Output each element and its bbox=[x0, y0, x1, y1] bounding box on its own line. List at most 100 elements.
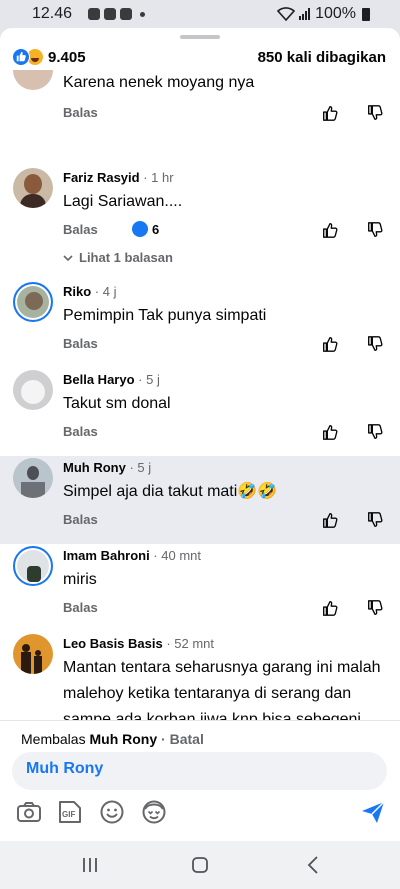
recent-apps-icon[interactable] bbox=[78, 853, 102, 877]
status-bar: 12.46 100% bbox=[0, 0, 400, 28]
avatar[interactable] bbox=[13, 458, 53, 498]
author-name[interactable]: Bella Haryo bbox=[63, 372, 135, 387]
avatar-sticker-icon[interactable] bbox=[141, 799, 167, 825]
comment: Imam Bahroni · 40 mnt miris Balas bbox=[0, 544, 400, 632]
thumbs-up-icon[interactable] bbox=[321, 511, 339, 529]
thumbs-down-icon[interactable] bbox=[366, 511, 384, 529]
sheet-drag-handle[interactable] bbox=[180, 35, 220, 39]
replying-to-name: Muh Rony bbox=[89, 731, 158, 747]
facebook-icon bbox=[88, 8, 100, 20]
comments-sheet: 9.405 850 kali dibagikan Karena nenek mo… bbox=[0, 28, 400, 841]
reply-button[interactable]: Balas bbox=[63, 222, 98, 237]
comment: Riko · 4 j Pemimpin Tak punya simpati Ba… bbox=[0, 280, 400, 368]
comment-author[interactable]: Bella Haryo · 5 j bbox=[63, 372, 160, 387]
avatar[interactable] bbox=[13, 168, 53, 208]
notification-icons bbox=[88, 8, 145, 20]
comment-time: 40 mnt bbox=[161, 548, 201, 563]
wifi-icon bbox=[277, 7, 296, 21]
svg-text:GIF: GIF bbox=[62, 810, 75, 819]
back-icon[interactable] bbox=[302, 853, 326, 877]
author-name[interactable]: Imam Bahroni bbox=[63, 548, 150, 563]
thumbs-up-icon[interactable] bbox=[321, 423, 339, 441]
home-icon[interactable] bbox=[188, 853, 212, 877]
emoji-icon[interactable] bbox=[99, 799, 125, 825]
thumbs-down-icon[interactable] bbox=[366, 221, 384, 239]
thumbs-down-icon[interactable] bbox=[366, 104, 384, 122]
status-right: 100% bbox=[277, 5, 370, 23]
like-icon bbox=[132, 221, 148, 237]
comment-like-badge[interactable]: 6 bbox=[132, 221, 159, 237]
comment-text: Simpel aja dia takut mati🤣🤣 bbox=[63, 483, 278, 500]
gif-icon[interactable]: GIF bbox=[57, 799, 83, 825]
view-replies-button[interactable]: Lihat 1 balasan bbox=[63, 250, 173, 265]
time-separator: · bbox=[149, 548, 162, 563]
comment-author[interactable]: Leo Basis Basis · 52 mnt bbox=[63, 636, 214, 651]
reactions-summary: 9.405 850 kali dibagikan bbox=[0, 46, 400, 70]
comment: Karena nenek moyang nya Balas bbox=[0, 70, 400, 160]
author-name[interactable]: Leo Basis Basis bbox=[63, 636, 163, 651]
comment: Bella Haryo · 5 j Takut sm donal Balas bbox=[0, 368, 400, 456]
status-time: 12.46 bbox=[32, 5, 73, 22]
comment-time: 1 hr bbox=[151, 170, 174, 185]
camera-icon[interactable] bbox=[16, 799, 42, 825]
avatar[interactable] bbox=[13, 70, 53, 90]
comment-text: Mantan tentara seharusnya garang ini mal… bbox=[63, 659, 381, 720]
comment-text: Lagi Sariawan.... bbox=[63, 193, 183, 210]
like-icon bbox=[12, 48, 30, 66]
comment: Fariz Rasyid · 1 hr Lagi Sariawan.... Ba… bbox=[0, 160, 400, 280]
view-replies-label: Lihat 1 balasan bbox=[79, 250, 173, 265]
comment-author[interactable]: Muh Rony · 5 j bbox=[63, 460, 151, 475]
reactions-button[interactable]: 9.405 bbox=[12, 48, 86, 66]
thumbs-up-icon[interactable] bbox=[321, 335, 339, 353]
reply-button[interactable]: Balas bbox=[63, 424, 98, 439]
send-icon[interactable] bbox=[360, 799, 386, 825]
chevron-down-icon bbox=[63, 254, 73, 261]
battery-icon bbox=[362, 7, 370, 21]
cancel-reply-button[interactable]: Batal bbox=[170, 731, 204, 747]
comment-time: 4 j bbox=[102, 284, 117, 299]
reply-button[interactable]: Balas bbox=[63, 600, 98, 615]
battery-level: 100% bbox=[315, 5, 356, 22]
thumbs-up-icon[interactable] bbox=[321, 221, 339, 239]
comment-time: 5 j bbox=[137, 460, 152, 475]
avatar[interactable] bbox=[13, 546, 53, 586]
comment: Leo Basis Basis · 52 mnt Mantan tentara … bbox=[0, 632, 400, 720]
reaction-count: 9.405 bbox=[48, 48, 86, 66]
time-separator: · bbox=[162, 636, 175, 651]
share-count[interactable]: 850 kali dibagikan bbox=[258, 49, 386, 66]
comment-author[interactable]: Fariz Rasyid · 1 hr bbox=[63, 170, 174, 185]
comment-text: miris bbox=[63, 571, 97, 588]
author-name[interactable]: Muh Rony bbox=[63, 460, 126, 475]
thumbs-down-icon[interactable] bbox=[366, 335, 384, 353]
avatar[interactable] bbox=[13, 282, 53, 322]
reply-button[interactable]: Balas bbox=[63, 105, 98, 120]
comment-time: 52 mnt bbox=[174, 636, 215, 651]
time-separator: · bbox=[134, 372, 147, 387]
comment-author[interactable]: Riko · 4 j bbox=[63, 284, 116, 299]
thumbs-down-icon[interactable] bbox=[366, 599, 384, 617]
signal-icon bbox=[299, 8, 311, 20]
reply-composer: Membalas Muh Rony · Batal Muh Rony GIF bbox=[0, 720, 400, 841]
separator-dot: · bbox=[161, 731, 166, 747]
comment-text: Karena nenek moyang nya bbox=[63, 74, 255, 91]
comment-list[interactable]: Karena nenek moyang nya Balas Fariz Rasy… bbox=[0, 70, 400, 720]
replying-to-bar: Membalas Muh Rony · Batal bbox=[21, 731, 204, 747]
reply-button[interactable]: Balas bbox=[63, 512, 98, 527]
time-separator: · bbox=[91, 284, 103, 299]
thumbs-down-icon[interactable] bbox=[366, 423, 384, 441]
composer-toolbar: GIF bbox=[0, 799, 400, 829]
author-name[interactable]: Riko bbox=[63, 284, 91, 299]
thumbs-up-icon[interactable] bbox=[321, 104, 339, 122]
more-notifications-dot bbox=[140, 11, 145, 17]
author-name[interactable]: Fariz Rasyid bbox=[63, 170, 140, 185]
tiktok-icon bbox=[120, 8, 132, 20]
avatar[interactable] bbox=[13, 370, 53, 410]
comment-author[interactable]: Imam Bahroni · 40 mnt bbox=[63, 548, 201, 563]
like-count: 6 bbox=[152, 221, 160, 237]
avatar[interactable] bbox=[13, 634, 53, 674]
thumbs-up-icon[interactable] bbox=[321, 599, 339, 617]
message-icon bbox=[104, 8, 116, 20]
reply-button[interactable]: Balas bbox=[63, 336, 98, 351]
comment-highlighted: Muh Rony · 5 j Simpel aja dia takut mati… bbox=[0, 456, 400, 544]
comment-input[interactable]: Muh Rony bbox=[12, 752, 387, 790]
